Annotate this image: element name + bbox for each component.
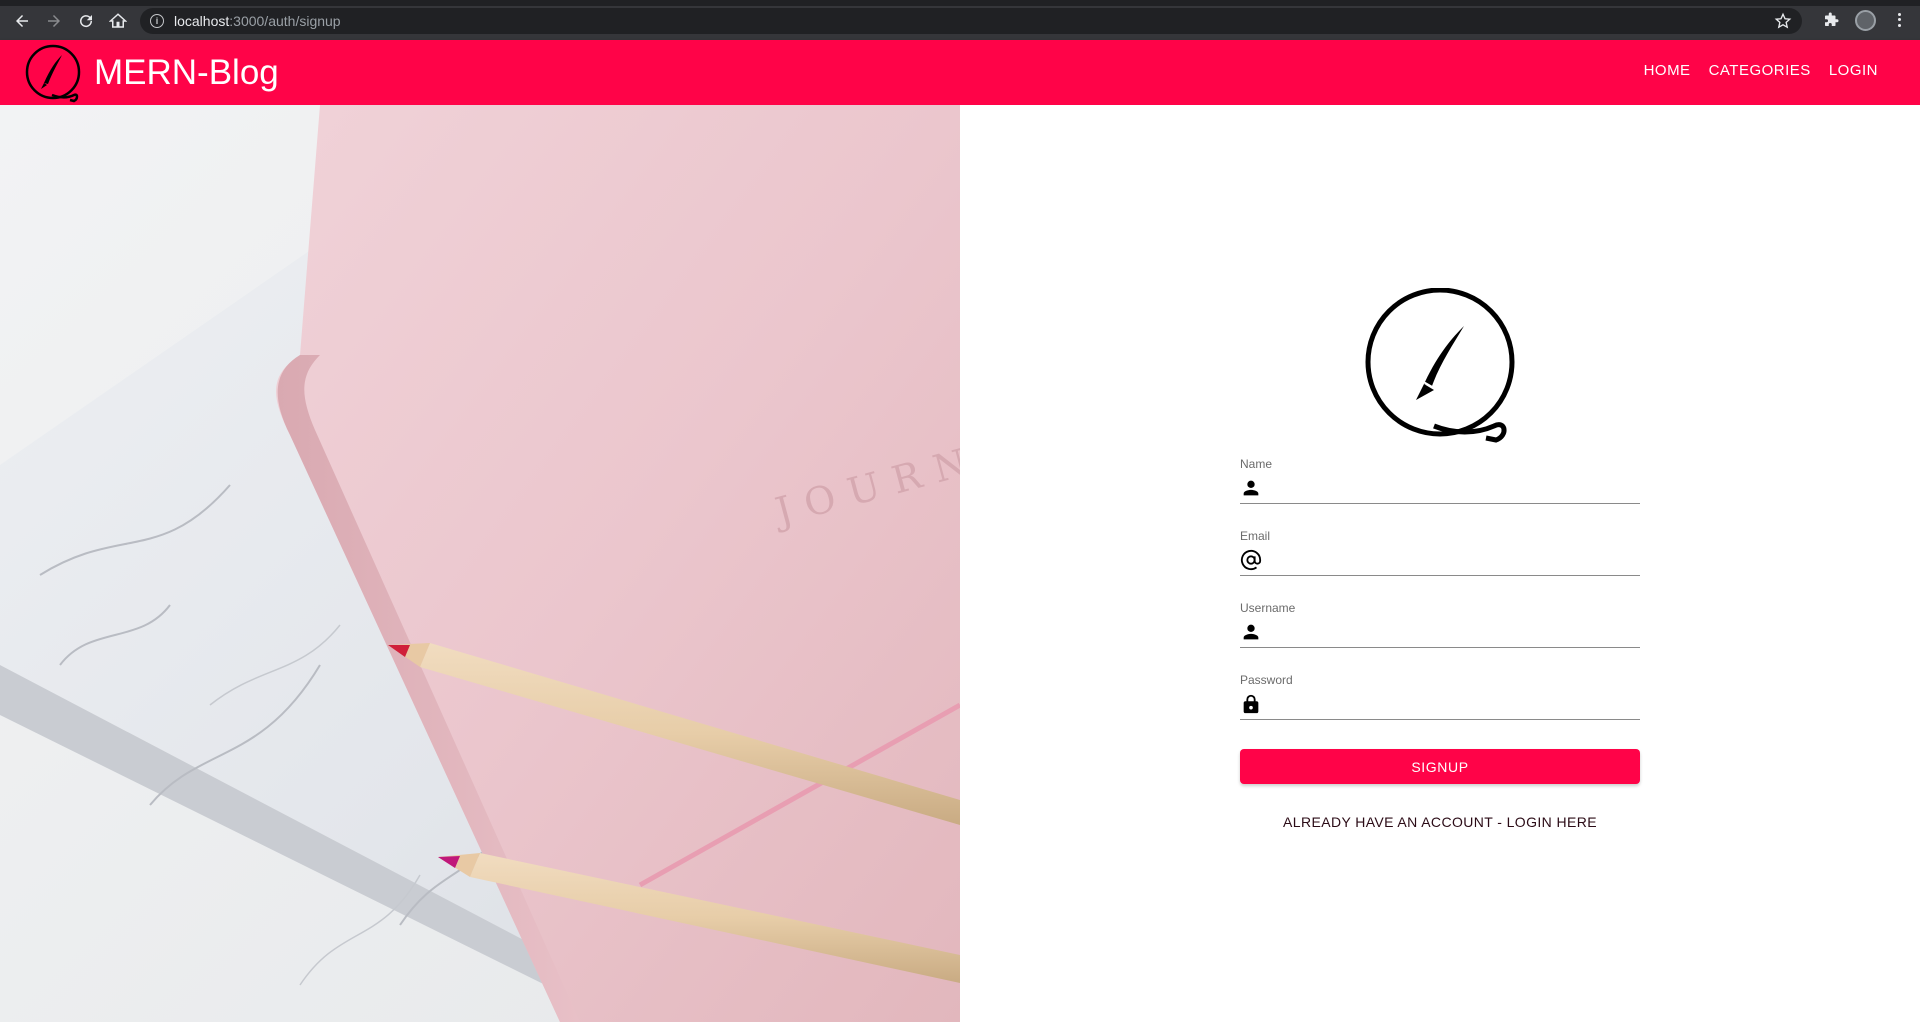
login-here-link[interactable]: ALREADY HAVE AN ACCOUNT - LOGIN HERE (1240, 814, 1640, 830)
email-field: Email (1240, 529, 1640, 581)
browser-menu-icon[interactable] (1890, 10, 1908, 30)
signup-button[interactable]: SIGNUP (1240, 749, 1640, 784)
journal-photo: JOURN (0, 105, 960, 1022)
at-sign-icon (1240, 549, 1262, 571)
browser-toolbar: i localhost:3000/auth/signup (0, 0, 1920, 40)
nav-categories-link[interactable]: CATEGORIES (1700, 62, 1820, 79)
name-underline (1240, 503, 1640, 504)
profile-avatar[interactable] (1855, 10, 1876, 31)
hero-image: JOURN (0, 105, 960, 1022)
main-nav: HOME CATEGORIES LOGIN (1635, 62, 1887, 79)
password-underline (1240, 719, 1640, 720)
tab-strip (0, 0, 1920, 6)
extensions-puzzle-icon[interactable] (1822, 11, 1840, 29)
email-input[interactable] (1272, 547, 1640, 573)
arrow-left-icon (16, 15, 28, 27)
email-label: Email (1240, 529, 1271, 543)
forward-button[interactable] (38, 5, 70, 37)
blog-logo-icon[interactable] (22, 43, 84, 105)
email-underline (1240, 575, 1640, 576)
username-field: Username (1240, 601, 1640, 653)
username-input[interactable] (1272, 619, 1640, 645)
person-icon (1243, 624, 1259, 640)
arrow-right-icon (48, 15, 60, 27)
bookmark-star-icon[interactable] (1774, 12, 1792, 30)
home-icon (109, 13, 127, 28)
reload-button[interactable] (70, 5, 102, 37)
info-icon[interactable]: i (150, 14, 164, 28)
name-label: Name (1240, 457, 1273, 471)
app-title[interactable]: MERN-Blog (94, 53, 279, 93)
url-text: localhost:3000/auth/signup (174, 13, 341, 29)
nav-home-link[interactable]: HOME (1635, 62, 1700, 79)
password-input[interactable] (1272, 691, 1640, 717)
lock-icon (1243, 694, 1259, 714)
back-button[interactable] (6, 5, 38, 37)
signup-panel: Name Email Username Password SIGNUP ALRE… (960, 105, 1920, 1022)
app-header: MERN-Blog HOME CATEGORIES LOGIN (0, 40, 1920, 105)
nav-login-link[interactable]: LOGIN (1820, 62, 1887, 79)
password-label: Password (1240, 673, 1293, 687)
home-button[interactable] (102, 5, 134, 37)
password-field: Password (1240, 673, 1640, 725)
name-field: Name (1240, 457, 1640, 509)
blog-logo-icon (1365, 288, 1515, 443)
username-label: Username (1240, 601, 1296, 615)
address-bar[interactable]: i localhost:3000/auth/signup (140, 8, 1802, 34)
username-underline (1240, 647, 1640, 648)
person-icon (1243, 480, 1259, 496)
reload-icon (80, 15, 93, 28)
name-input[interactable] (1272, 475, 1640, 501)
